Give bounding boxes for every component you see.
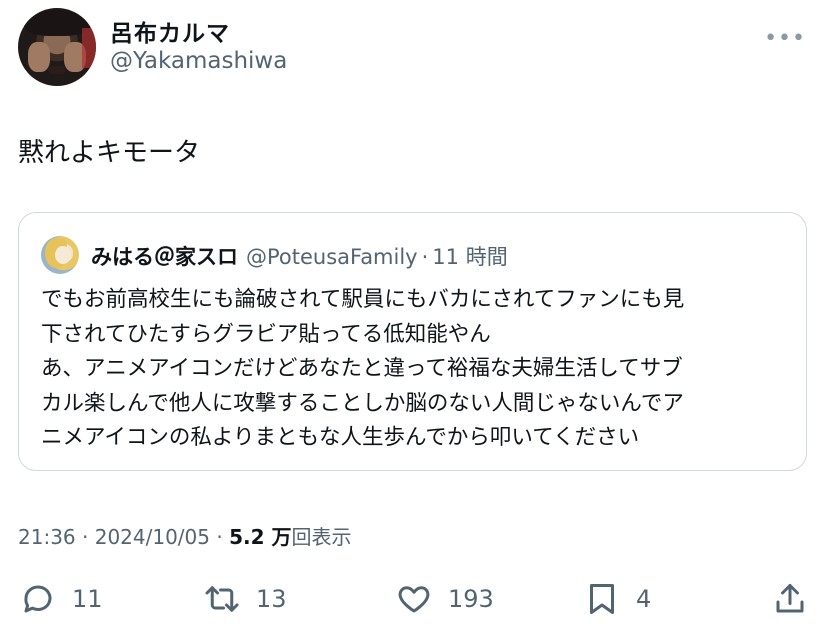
quoted-author-avatar[interactable]: [41, 236, 79, 274]
share-icon: [776, 584, 804, 613]
meta-separator: ·: [210, 525, 230, 549]
quoted-avatar-face: [55, 246, 71, 264]
action-bar: 11 13 193 4: [0, 576, 828, 622]
like-count: 193: [448, 585, 494, 613]
quoted-timestamp[interactable]: 11 時間: [432, 245, 507, 269]
bookmark-icon: [590, 584, 614, 614]
tweet-date[interactable]: 2024/10/05: [95, 525, 210, 549]
quoted-tweet[interactable]: みはる＠家スロ @PoteusaFamily · 11 時間 でもお前高校生にも論破さ…: [18, 212, 807, 471]
bookmark-button[interactable]: 4: [584, 576, 651, 622]
meta-separator: ·: [75, 525, 95, 549]
views-label: 回表示: [291, 525, 352, 549]
tweet-meta: 21:36 · 2024/10/05 · 5.2 万回表示: [18, 521, 351, 550]
retweet-count: 13: [256, 585, 287, 613]
author-avatar[interactable]: [18, 8, 96, 86]
views-count[interactable]: 5.2 万: [229, 525, 291, 549]
avatar-mouth: [48, 66, 66, 74]
avatar-hair: [24, 10, 90, 36]
quoted-author-handle[interactable]: @PoteusaFamily: [246, 245, 418, 269]
quoted-author-name[interactable]: みはる＠家スロ: [91, 245, 238, 269]
retweet-button[interactable]: 13: [204, 576, 287, 622]
reply-button[interactable]: 11: [20, 576, 103, 622]
quoted-header: みはる＠家スロ @PoteusaFamily · 11 時間: [91, 241, 508, 271]
avatar-background: [82, 28, 96, 68]
author-name[interactable]: 呂布カルマ: [110, 14, 230, 48]
tweet-text: 黙れよキモータ: [18, 138, 201, 168]
tweet-time[interactable]: 21:36: [18, 525, 76, 549]
retweet-icon: [205, 586, 239, 612]
reply-count: 11: [72, 585, 103, 613]
share-button[interactable]: [772, 576, 808, 622]
avatar-hand-left: [28, 42, 50, 72]
reply-icon: [24, 585, 52, 613]
heart-icon: [398, 586, 430, 613]
quoted-text: でもお前高校生にも論破されて駅員にもバカにされてファンにも見 下されてひたすらグ…: [41, 287, 685, 450]
quoted-separator: ·: [421, 245, 429, 269]
like-button[interactable]: 193: [396, 576, 494, 622]
more-options-icon[interactable]: •••: [764, 26, 806, 51]
bookmark-count: 4: [636, 585, 652, 613]
author-handle[interactable]: @Yakamashiwa: [110, 48, 287, 74]
